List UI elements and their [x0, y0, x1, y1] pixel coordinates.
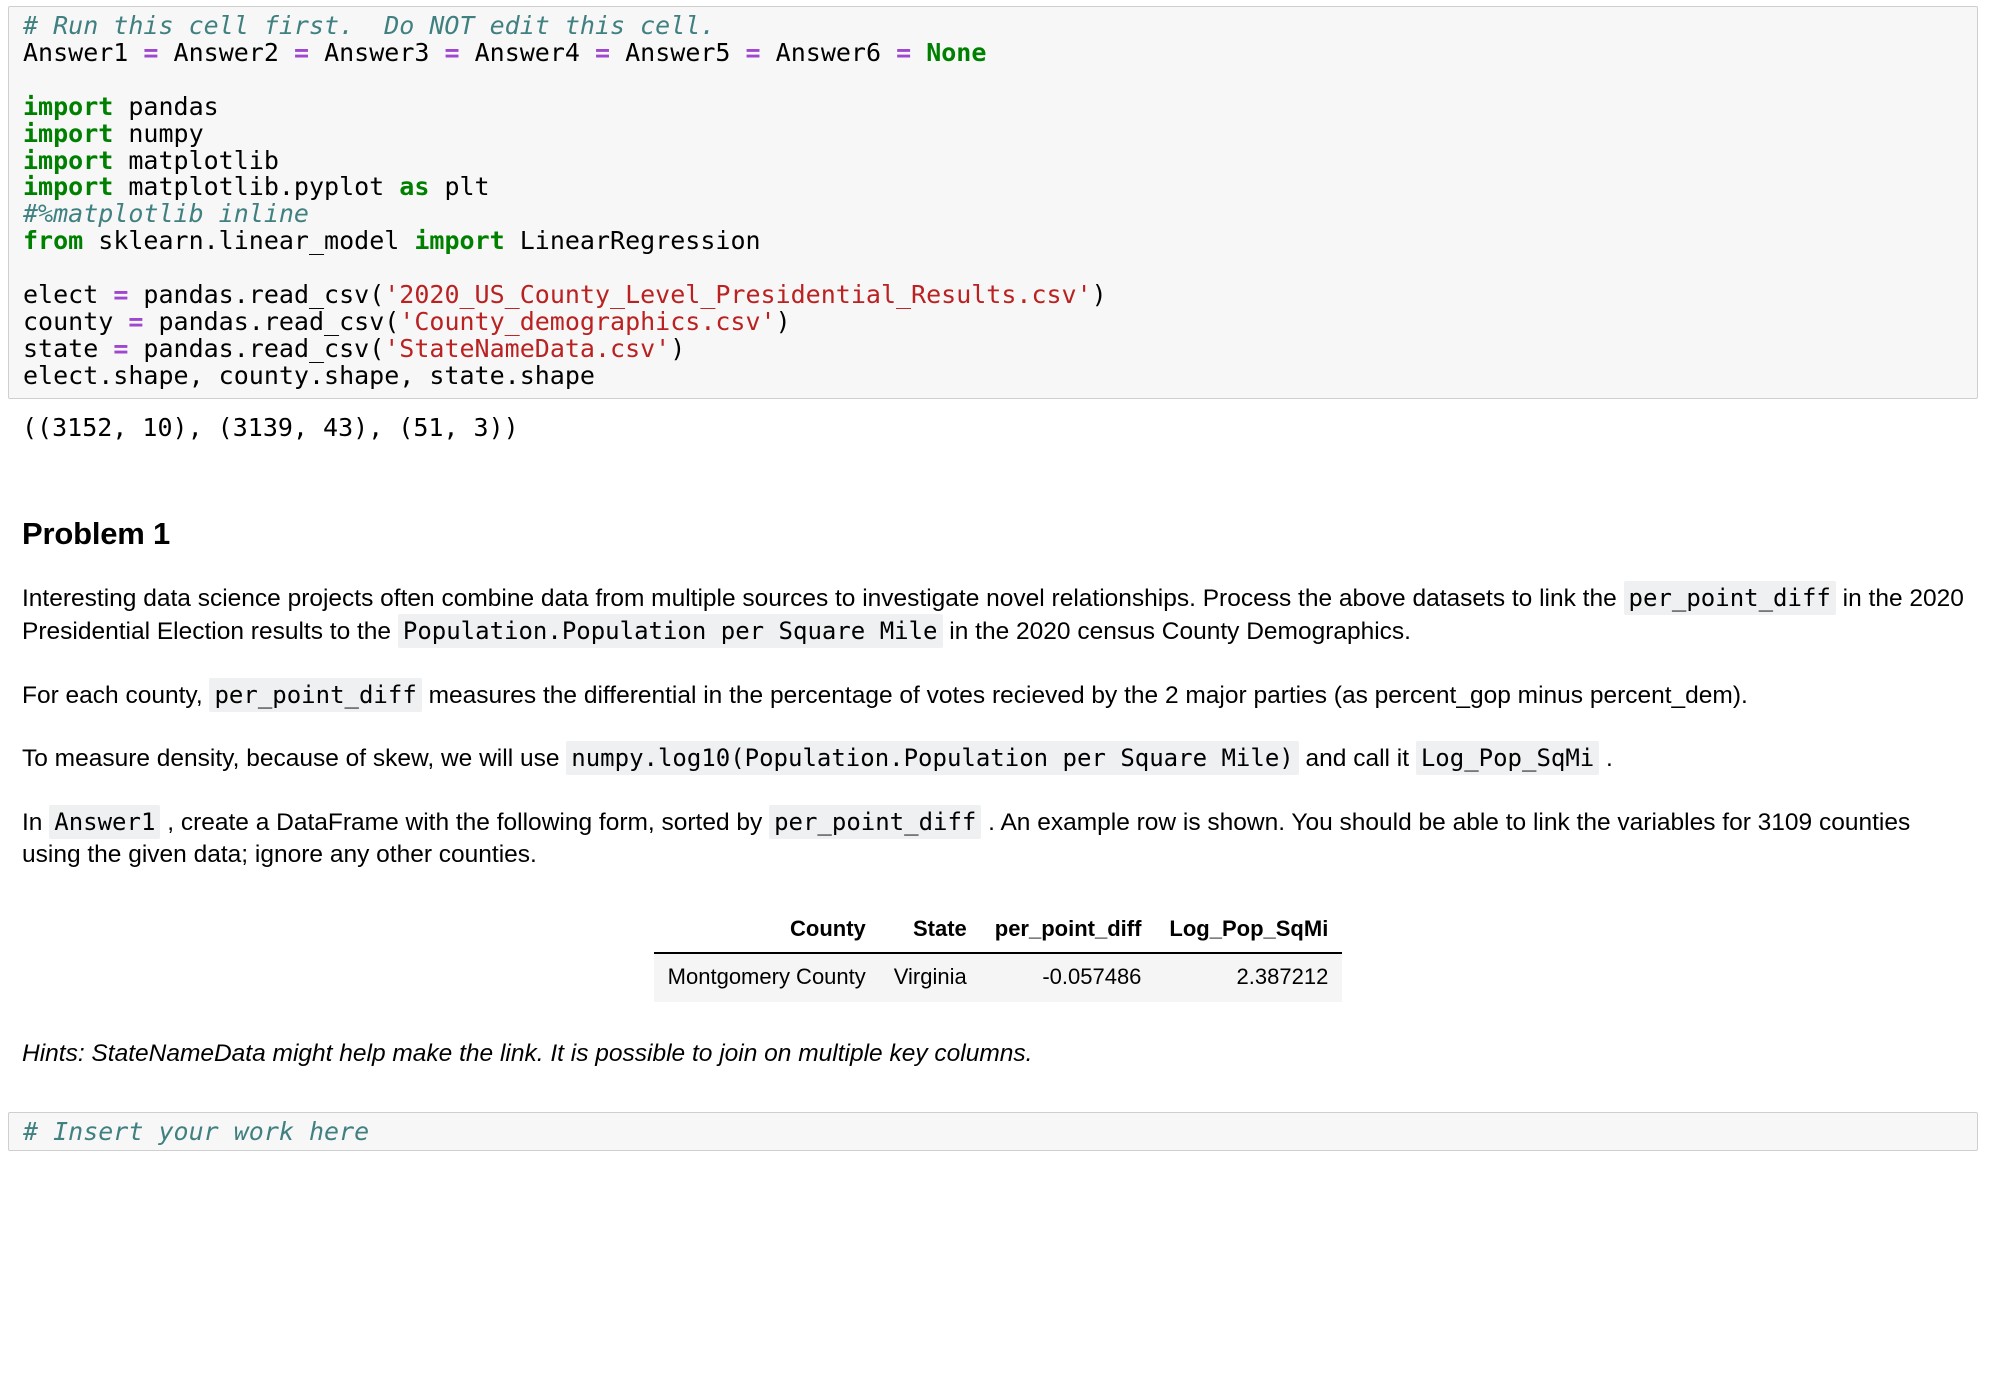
code-token-builtin: None	[926, 38, 986, 67]
code-line: import pandas	[23, 94, 1963, 121]
inline-code: per_point_diff	[1624, 581, 1836, 615]
code-token-plain: )	[776, 307, 791, 336]
code-line: elect = pandas.read_csv('2020_US_County_…	[23, 282, 1963, 309]
code-token-string: 'StateNameData.csv'	[384, 334, 670, 363]
code-token-keyword: from	[23, 226, 83, 255]
table-cell: 2.387212	[1155, 953, 1342, 1002]
table-column-header: per_point_diff	[981, 910, 1156, 953]
code-token-op: =	[746, 38, 761, 67]
code-token-plain: elect.shape, county.shape, state.shape	[23, 361, 595, 390]
code-cell-setup-source[interactable]: # Run this cell first. Do NOT edit this …	[9, 13, 1977, 390]
code-token-keyword: import	[23, 146, 113, 175]
code-token-op: =	[896, 38, 911, 67]
table-header-row: CountyStateper_point_diffLog_Pop_SqMi	[654, 910, 1343, 953]
code-token-plain: state	[23, 334, 113, 363]
code-token-op: =	[294, 38, 309, 67]
markdown-cell-problem1: Problem 1 Interesting data science proje…	[8, 515, 1988, 1071]
code-line	[23, 67, 1963, 94]
table-cell: -0.057486	[981, 953, 1156, 1002]
table-row: Montgomery CountyVirginia-0.0574862.3872…	[654, 953, 1343, 1002]
table-cell: Montgomery County	[654, 953, 880, 1002]
example-dataframe-wrapper: CountyStateper_point_diffLog_Pop_SqMi Mo…	[22, 910, 1974, 1002]
code-token-plain: pandas.read_csv(	[128, 280, 384, 309]
code-token-plain: Answer3	[309, 38, 444, 67]
code-token-plain: pandas.read_csv(	[143, 307, 399, 336]
code-token-plain: matplotlib.pyplot	[113, 172, 399, 201]
table-body: Montgomery CountyVirginia-0.0574862.3872…	[654, 953, 1343, 1002]
code-token-plain: Answer2	[158, 38, 293, 67]
inline-code: numpy.log10(Population.Population per Sq…	[566, 741, 1298, 775]
code-token-keyword: import	[23, 172, 113, 201]
code-token-string: '2020_US_County_Level_Presidential_Resul…	[384, 280, 1091, 309]
code-token-plain: numpy	[113, 119, 203, 148]
code-token-plain: elect	[23, 280, 113, 309]
code-token-plain: LinearRegression	[505, 226, 761, 255]
problem-paragraph-3: To measure density, because of skew, we …	[22, 742, 1974, 776]
example-dataframe: CountyStateper_point_diffLog_Pop_SqMi Mo…	[654, 910, 1343, 1002]
table-column-header: State	[880, 910, 981, 953]
code-line: from sklearn.linear_model import LinearR…	[23, 228, 1963, 255]
code-line: import numpy	[23, 121, 1963, 148]
table-column-header: Log_Pop_SqMi	[1155, 910, 1342, 953]
code-token-op: =	[128, 307, 143, 336]
code-token-plain: county	[23, 307, 128, 336]
code-line: import matplotlib	[23, 148, 1963, 175]
problem-paragraph-1: Interesting data science projects often …	[22, 582, 1974, 649]
code-token-op: =	[143, 38, 158, 67]
code-token-keyword: as	[399, 172, 429, 201]
code-token-op: =	[113, 334, 128, 363]
inline-code: per_point_diff	[769, 805, 981, 839]
code-token-comment: # Run this cell first. Do NOT edit this …	[23, 11, 715, 40]
hints-text: Hints: StateNameData might help make the…	[22, 1038, 1974, 1071]
code-cell-setup[interactable]: # Run this cell first. Do NOT edit this …	[8, 6, 1978, 399]
code-token-plain: Answer6	[761, 38, 896, 67]
code-token-plain	[911, 38, 926, 67]
code-cell-setup-output: ((3152, 10), (3139, 43), (51, 3))	[8, 411, 1988, 443]
code-token-keyword: import	[414, 226, 504, 255]
code-line: Answer1 = Answer2 = Answer3 = Answer4 = …	[23, 40, 1963, 67]
table-head: CountyStateper_point_diffLog_Pop_SqMi	[654, 910, 1343, 953]
code-token-plain: pandas.read_csv(	[128, 334, 384, 363]
code-token-string: 'County_demographics.csv'	[399, 307, 775, 336]
inline-code: Log_Pop_SqMi	[1416, 741, 1599, 775]
code-token-plain: Answer5	[610, 38, 745, 67]
code-line: #%matplotlib inline	[23, 201, 1963, 228]
code-line: county = pandas.read_csv('County_demogra…	[23, 309, 1963, 336]
table-cell: Virginia	[880, 953, 981, 1002]
code-token-comment: # Insert your work here	[23, 1117, 369, 1146]
code-token-plain: sklearn.linear_model	[83, 226, 414, 255]
code-token-plain: Answer4	[460, 38, 595, 67]
code-token-plain: Answer1	[23, 38, 143, 67]
problem-paragraph-2: For each county, per_point_diff measures…	[22, 679, 1974, 713]
code-token-op: =	[444, 38, 459, 67]
code-line: elect.shape, county.shape, state.shape	[23, 363, 1963, 390]
notebook-page: # Run this cell first. Do NOT edit this …	[0, 6, 1996, 1151]
code-token-plain: )	[670, 334, 685, 363]
code-line: import matplotlib.pyplot as plt	[23, 174, 1963, 201]
code-token-plain: matplotlib	[113, 146, 279, 175]
code-line: state = pandas.read_csv('StateNameData.c…	[23, 336, 1963, 363]
code-line: # Run this cell first. Do NOT edit this …	[23, 13, 1963, 40]
code-token-plain: plt	[429, 172, 489, 201]
table-column-header: County	[654, 910, 880, 953]
code-line	[23, 255, 1963, 282]
page-title: Problem 1	[22, 515, 1974, 552]
code-cell-answer[interactable]: # Insert your work here	[8, 1112, 1978, 1151]
inline-code: per_point_diff	[209, 678, 421, 712]
inline-code: Population.Population per Square Mile	[398, 614, 943, 648]
problem-paragraph-4: In Answer1 , create a DataFrame with the…	[22, 806, 1974, 872]
inline-code: Answer1	[49, 805, 160, 839]
code-token-plain: pandas	[113, 92, 218, 121]
code-cell-answer-source[interactable]: # Insert your work here	[9, 1119, 1977, 1146]
code-token-keyword: import	[23, 92, 113, 121]
code-token-keyword: import	[23, 119, 113, 148]
code-token-op: =	[595, 38, 610, 67]
code-token-op: =	[113, 280, 128, 309]
code-line: # Insert your work here	[23, 1119, 1963, 1146]
code-token-comment: #%matplotlib inline	[23, 199, 309, 228]
code-token-plain: )	[1092, 280, 1107, 309]
